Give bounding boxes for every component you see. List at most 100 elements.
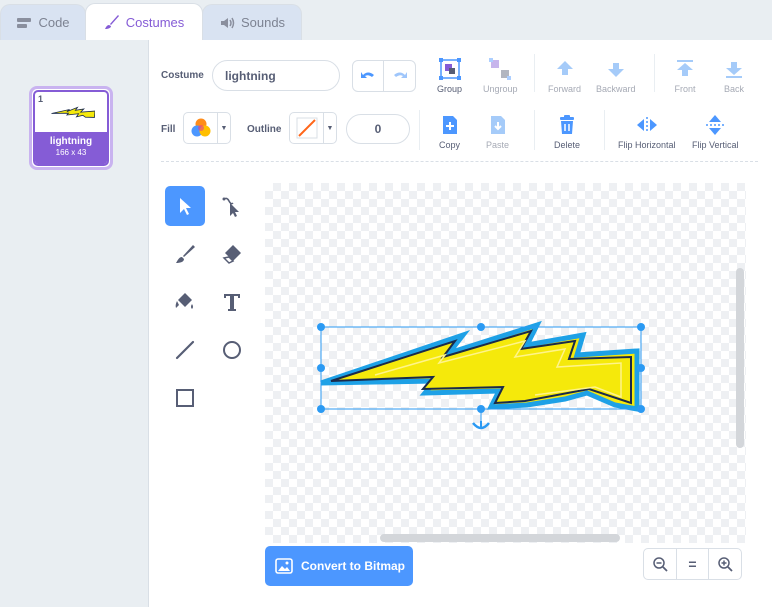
- costume-thumbnail: [51, 106, 95, 118]
- reshape-tool[interactable]: [212, 186, 252, 226]
- group-icon: [438, 56, 461, 82]
- group-button[interactable]: Group: [437, 56, 462, 94]
- trash-icon: [557, 112, 577, 138]
- group-label: Group: [437, 84, 463, 94]
- circle-icon: [223, 341, 241, 359]
- redo-button[interactable]: [384, 61, 415, 91]
- front-label: Front: [674, 84, 696, 94]
- forward-button[interactable]: Forward: [548, 56, 581, 94]
- back-icon: [723, 56, 745, 82]
- forward-label: Forward: [548, 84, 582, 94]
- copy-button[interactable]: Copy: [439, 112, 460, 150]
- ungroup-label: Ungroup: [483, 84, 518, 94]
- front-icon: [674, 56, 696, 82]
- select-tool[interactable]: [165, 186, 205, 226]
- paste-label: Paste: [486, 140, 510, 150]
- tab-costumes-label: Costumes: [125, 14, 185, 30]
- image-icon: [275, 558, 293, 574]
- brush-tool[interactable]: [165, 234, 205, 274]
- flip-vertical-button[interactable]: Flip Vertical: [692, 112, 739, 150]
- paint-canvas[interactable]: [265, 183, 746, 543]
- divider: [654, 54, 655, 92]
- fill-color-picker[interactable]: ▼: [183, 112, 231, 144]
- horizontal-scrollbar[interactable]: [380, 534, 620, 542]
- front-button[interactable]: Front: [674, 56, 696, 94]
- backward-icon: [605, 56, 627, 82]
- speaker-icon: [219, 16, 235, 30]
- divider: [534, 54, 535, 92]
- flip-vertical-icon: [703, 112, 727, 138]
- redo-icon: [393, 72, 407, 78]
- toolbar-divider: [161, 161, 758, 162]
- tab-bar: Code Costumes Sounds: [0, 0, 772, 40]
- delete-button[interactable]: Delete: [554, 112, 580, 150]
- flip-horizontal-icon: [635, 112, 659, 138]
- outline-swatch: [290, 113, 324, 143]
- fill-bucket-icon: [175, 293, 193, 309]
- costume-name-input[interactable]: lightning: [212, 60, 340, 91]
- costume-card[interactable]: 1 lightning 166 x 43: [29, 86, 113, 170]
- outline-label: Outline: [247, 124, 282, 135]
- undo-redo-group: [352, 60, 416, 92]
- chevron-down-icon: ▼: [326, 124, 334, 132]
- zoom-out-button[interactable]: [644, 549, 676, 579]
- flip-horizontal-button[interactable]: Flip Horizontal: [618, 112, 676, 150]
- text-icon: [224, 294, 240, 311]
- circle-tool[interactable]: [212, 330, 252, 370]
- fill-label: Fill: [161, 124, 176, 135]
- paste-icon: [488, 112, 508, 138]
- eraser-icon: [222, 245, 241, 264]
- costume-name: lightning: [49, 136, 93, 147]
- divider: [534, 110, 535, 150]
- costume-label: Costume: [161, 70, 204, 81]
- rectangle-icon: [176, 389, 194, 407]
- brush-icon: [176, 245, 195, 263]
- paint-editor: Costume lightning Group Ungroup Forward …: [149, 40, 772, 607]
- back-label: Back: [723, 84, 744, 94]
- tab-sounds-label: Sounds: [240, 15, 286, 30]
- costume-number: 1: [38, 94, 44, 104]
- divider: [419, 110, 420, 150]
- vertical-scrollbar[interactable]: [736, 268, 744, 448]
- canvas-drawing: [317, 320, 645, 430]
- zoom-reset-button[interactable]: =: [675, 549, 709, 579]
- tab-sounds[interactable]: Sounds: [202, 4, 302, 40]
- fill-swatch: [184, 113, 218, 143]
- costume-size: 166 x 43: [55, 148, 87, 157]
- select-icon: [180, 198, 191, 215]
- chevron-down-icon: ▼: [220, 124, 228, 132]
- stroke-width-input[interactable]: 0: [346, 114, 410, 144]
- back-button[interactable]: Back: [723, 56, 745, 94]
- zoom-in-icon: [718, 557, 733, 572]
- fill-tool[interactable]: [165, 282, 205, 322]
- undo-icon: [361, 72, 374, 78]
- convert-to-bitmap-label: Convert to Bitmap: [301, 559, 406, 573]
- convert-to-bitmap-button[interactable]: Convert to Bitmap: [265, 546, 413, 586]
- forward-icon: [554, 56, 576, 82]
- delete-label: Delete: [554, 140, 581, 150]
- paste-button[interactable]: Paste: [486, 112, 509, 150]
- backward-label: Backward: [596, 84, 636, 94]
- tab-costumes[interactable]: Costumes: [85, 3, 203, 40]
- flip-horizontal-label: Flip Horizontal: [618, 140, 676, 150]
- divider: [604, 110, 605, 150]
- flip-vertical-label: Flip Vertical: [692, 140, 739, 150]
- code-icon: [16, 16, 32, 30]
- zoom-controls: =: [643, 548, 742, 580]
- line-tool[interactable]: [165, 330, 205, 370]
- text-tool[interactable]: [212, 282, 252, 322]
- copy-icon: [440, 112, 460, 138]
- eraser-tool[interactable]: [212, 234, 252, 274]
- tab-code-label: Code: [38, 15, 70, 30]
- ungroup-button[interactable]: Ungroup: [483, 56, 518, 94]
- tab-code[interactable]: Code: [0, 4, 86, 40]
- rectangle-tool[interactable]: [165, 378, 205, 418]
- outline-color-picker[interactable]: ▼: [289, 112, 337, 144]
- backward-button[interactable]: Backward: [596, 56, 636, 94]
- undo-button[interactable]: [353, 61, 385, 91]
- zoom-in-button[interactable]: [708, 549, 741, 579]
- zoom-out-icon: [653, 557, 668, 572]
- brush-icon: [104, 14, 120, 30]
- lightning-shape: [320, 320, 640, 412]
- copy-label: Copy: [439, 140, 461, 150]
